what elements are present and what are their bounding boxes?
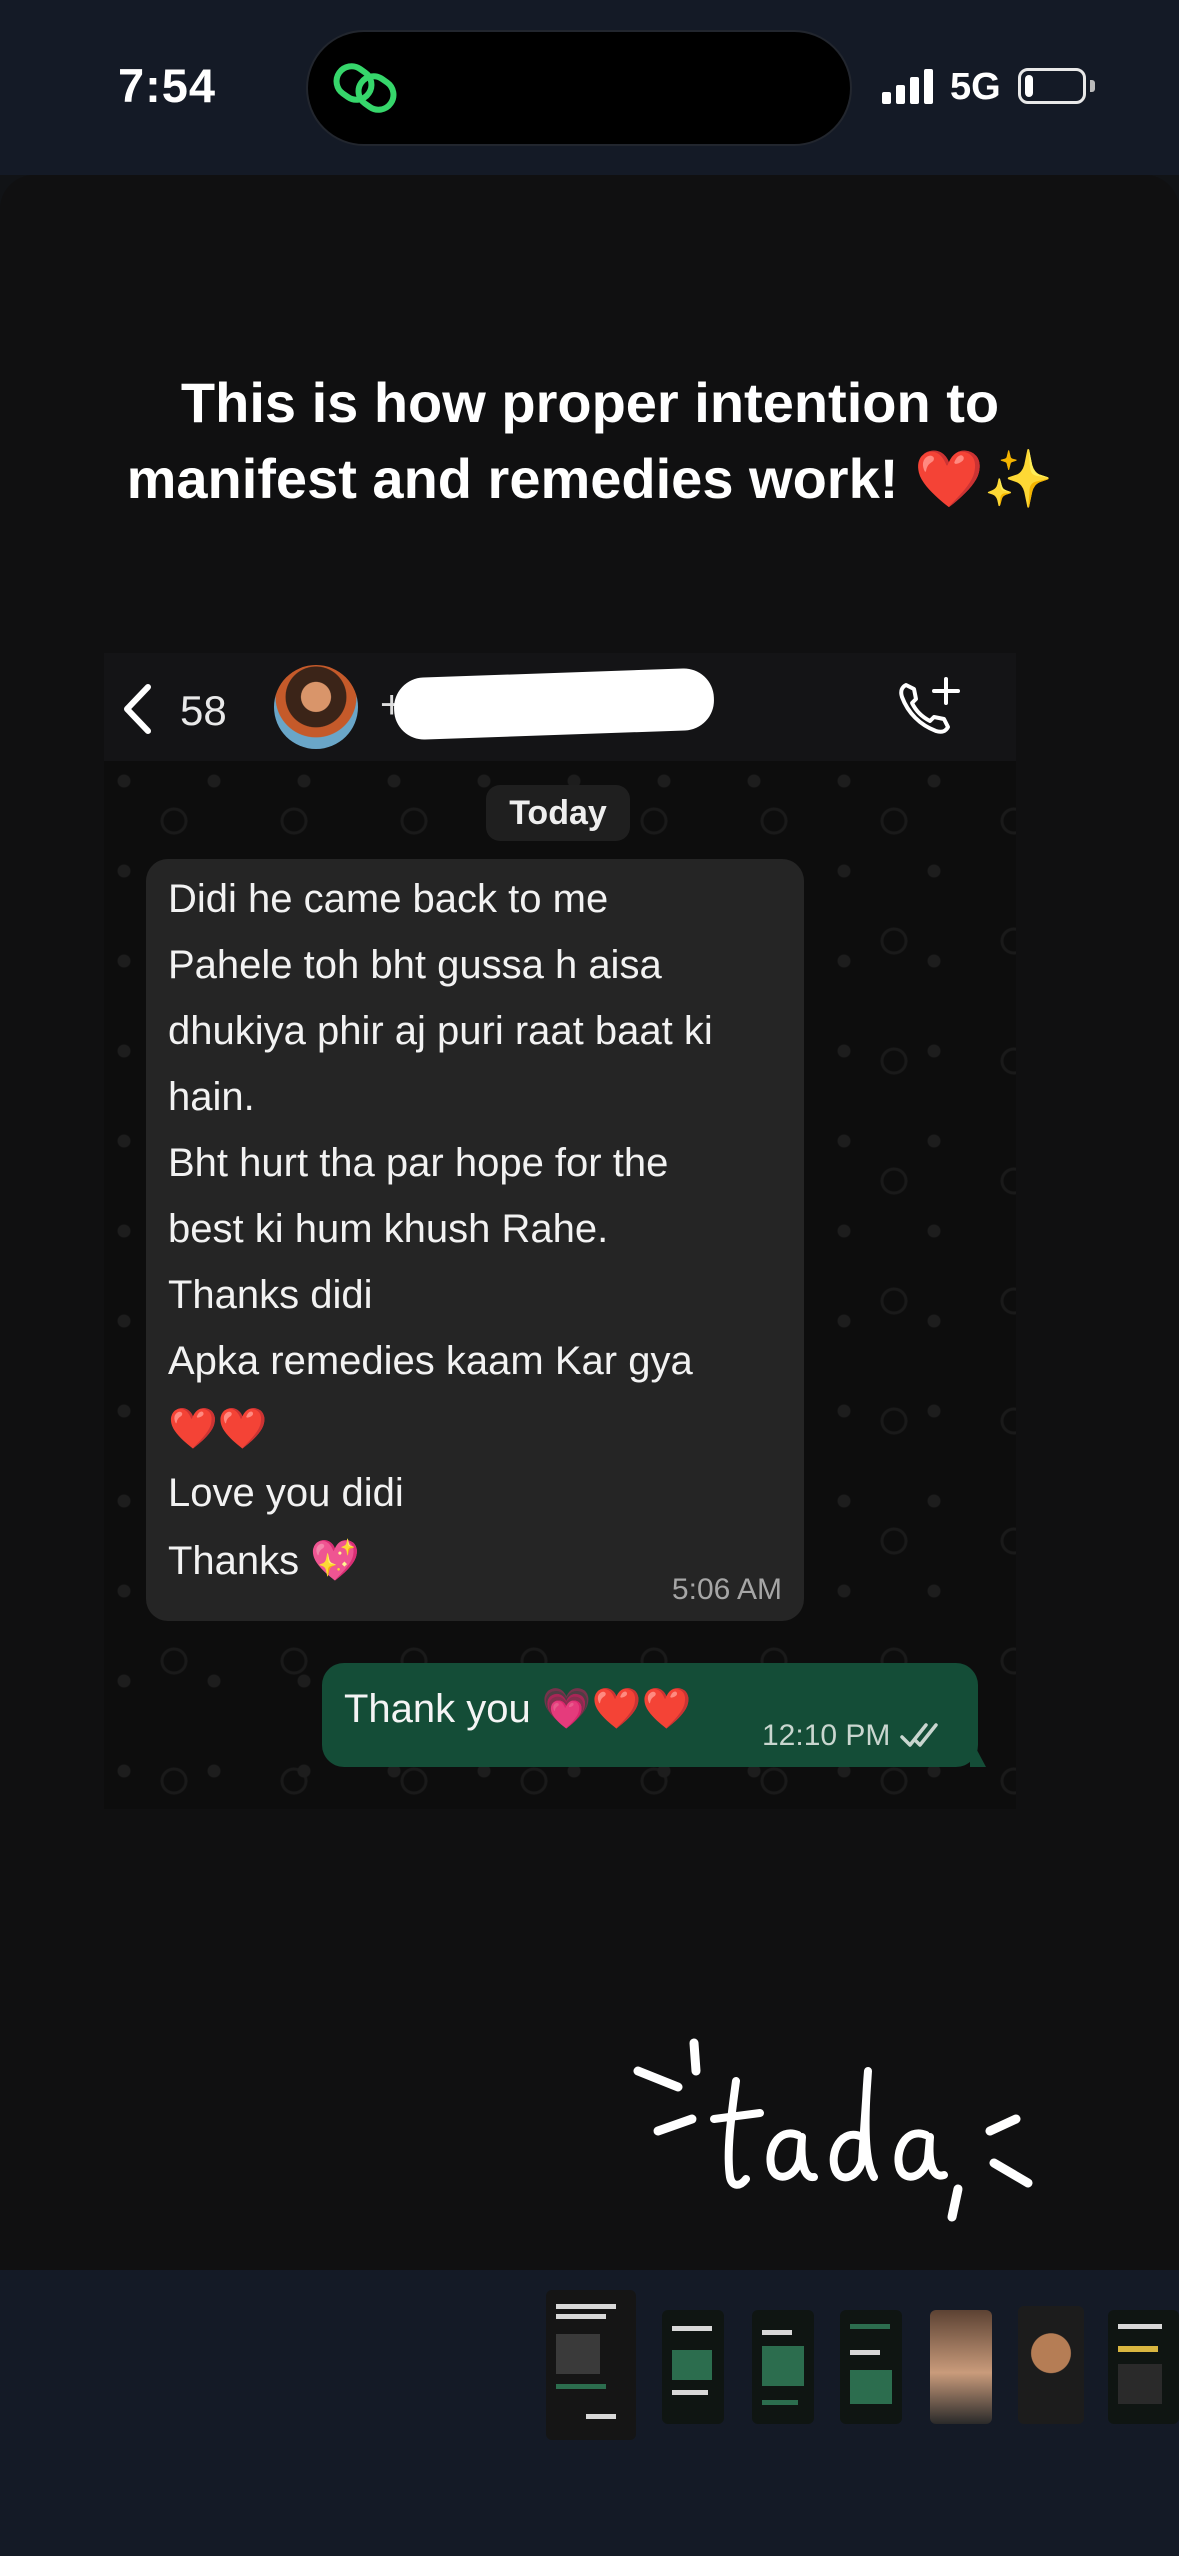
status-time: 7:54 — [118, 59, 217, 112]
outgoing-message-time: 12:10 PM — [762, 1719, 891, 1752]
message-line: Apka remedies kaam Kar gya — [168, 1339, 693, 1383]
incoming-message-time: 5:06 AM — [671, 1573, 782, 1606]
status-bar: 7:54 5G — [0, 0, 1179, 175]
message-line: Thanks didi — [168, 1273, 373, 1317]
message-line: Bht hurt tha par hope for the — [168, 1141, 669, 1185]
outgoing-bubble-tail — [970, 1737, 986, 1767]
message-line: hain. — [168, 1075, 255, 1119]
story-thumbnail-photo[interactable] — [930, 2310, 992, 2424]
message-line: Pahele toh bht gussa h aisa — [168, 943, 662, 987]
linked-rings-icon — [333, 63, 397, 113]
message-line: best ki hum khush Rahe. — [168, 1207, 609, 1251]
message-line: ❤️❤️ — [168, 1407, 268, 1451]
story-thumbnail-active[interactable] — [546, 2290, 636, 2440]
story-thumbnail[interactable] — [1108, 2310, 1179, 2424]
message-line: dhukiya phir aj puri raat baat ki — [168, 1009, 713, 1053]
unread-count: 58 — [180, 687, 227, 734]
network-type: 5G — [950, 66, 1001, 108]
story-card[interactable]: This is how proper intention to manifest… — [0, 175, 1179, 2270]
message-line: Thanks 💖 — [168, 1539, 361, 1583]
message-line: Didi he came back to me — [168, 877, 609, 921]
story-thumbnail-strip — [0, 2270, 1179, 2556]
add-call-icon[interactable] — [894, 675, 964, 739]
story-headline: This is how proper intention to manifest… — [126, 371, 1054, 510]
read-ticks-icon — [900, 1723, 938, 1747]
contact-avatar[interactable] — [274, 665, 358, 749]
dynamic-island[interactable] — [306, 30, 852, 146]
tada-sticker[interactable] — [628, 2001, 1048, 2251]
message-line: Love you didi — [168, 1471, 404, 1515]
battery-tip — [1090, 80, 1095, 92]
chat-conversation[interactable]: Today Didi he came back to me Pahele toh… — [104, 761, 1016, 1809]
story-thumbnail-photo[interactable] — [1018, 2306, 1084, 2424]
signal-bars-icon — [882, 69, 933, 104]
battery-level — [1025, 75, 1033, 97]
story-thumbnail[interactable] — [662, 2310, 724, 2424]
story-thumbnail[interactable] — [752, 2310, 814, 2424]
chat-header: 58 +9 — [104, 653, 1016, 761]
battery-icon — [1018, 68, 1086, 104]
story-thumbnail[interactable] — [840, 2310, 902, 2424]
chevron-left-icon[interactable] — [122, 683, 152, 735]
redaction-scribble — [393, 667, 715, 741]
outgoing-message-text: Thank you 💗❤️❤️ — [344, 1687, 692, 1731]
date-chip: Today — [486, 785, 630, 841]
outgoing-message-bubble[interactable]: Thank you 💗❤️❤️ 12:10 PM — [322, 1663, 978, 1767]
incoming-message-bubble[interactable]: Didi he came back to me Pahele toh bht g… — [146, 859, 804, 1621]
